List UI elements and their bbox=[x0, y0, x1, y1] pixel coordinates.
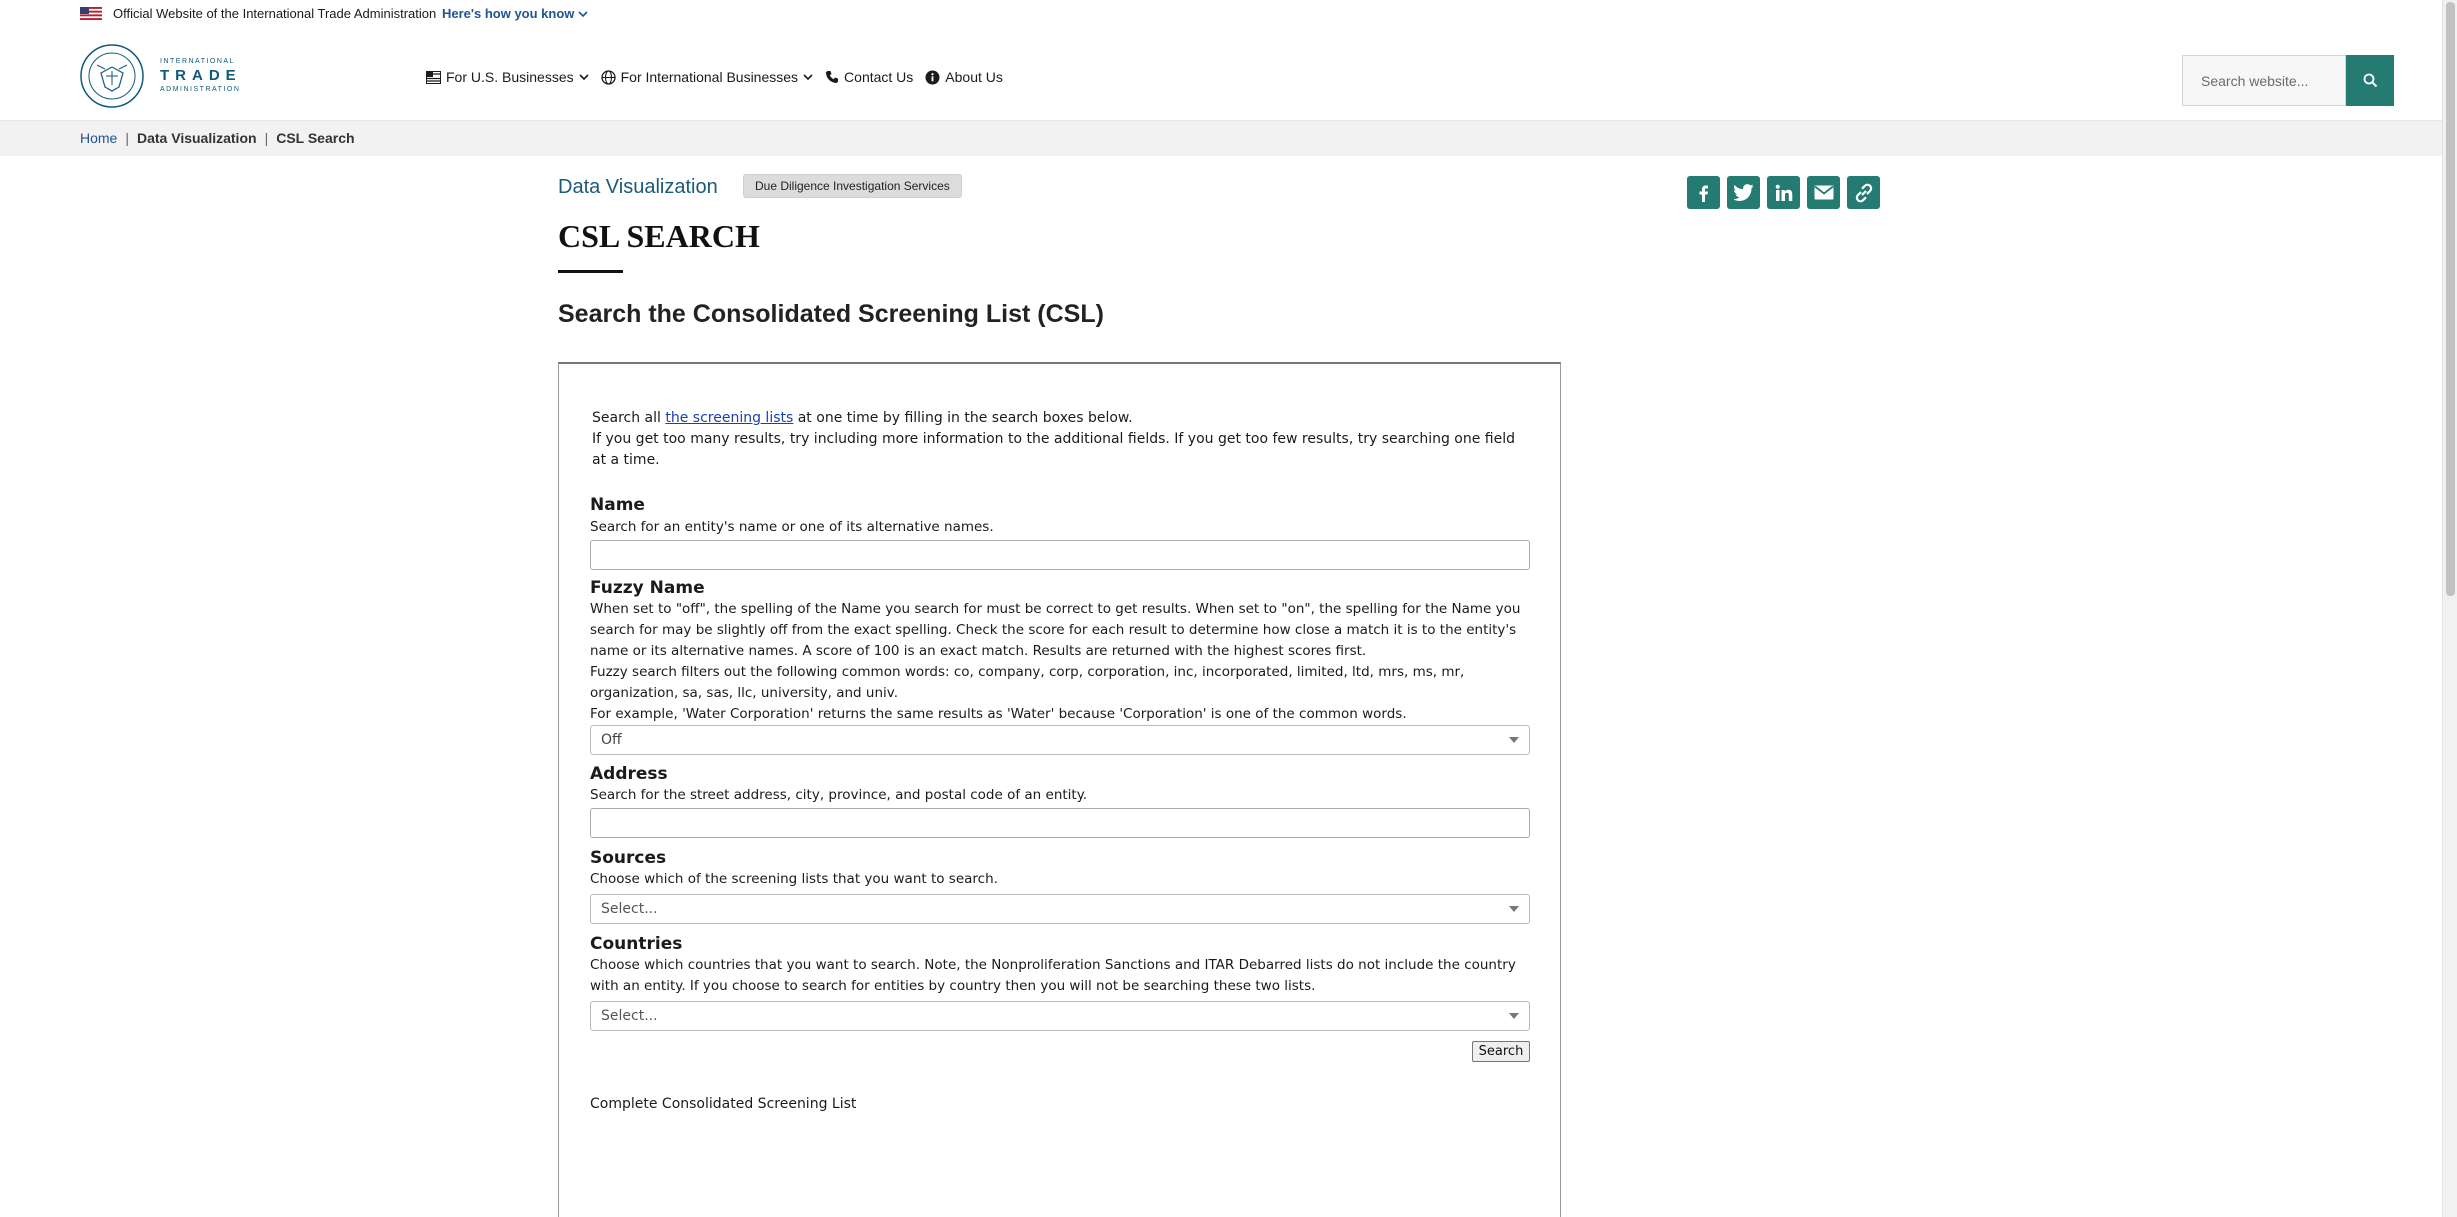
breadcrumb-home[interactable]: Home bbox=[80, 130, 117, 146]
nav-contact-us[interactable]: Contact Us bbox=[825, 69, 913, 85]
globe-icon bbox=[600, 69, 616, 85]
breadcrumb-data-visualization[interactable]: Data Visualization bbox=[137, 130, 257, 146]
intro-prefix: Search all bbox=[592, 410, 666, 426]
fuzzy-help-paragraph-2: Fuzzy search filters out the following c… bbox=[590, 664, 1465, 701]
address-label: Address bbox=[590, 764, 668, 784]
breadcrumb-bar: Home | Data Visualization | CSL Search bbox=[0, 120, 2442, 156]
page-subtitle: Search the Consolidated Screening List (… bbox=[558, 300, 1104, 328]
twitter-icon bbox=[1733, 184, 1753, 201]
how-you-know-label: Here's how you know bbox=[442, 6, 575, 21]
info-icon bbox=[925, 70, 940, 84]
name-help: Search for an entity's name or one of it… bbox=[590, 519, 994, 535]
fuzzy-name-help: When set to "off", the spelling of the N… bbox=[590, 599, 1535, 725]
share-link-button[interactable] bbox=[1847, 176, 1880, 209]
nav-label: Contact Us bbox=[844, 69, 914, 85]
nav-for-us-businesses[interactable]: For U.S. Businesses bbox=[426, 69, 589, 85]
caret-down-icon bbox=[1509, 1013, 1519, 1019]
share-twitter-button[interactable] bbox=[1727, 176, 1760, 209]
logo-line-international: INTERNATIONAL bbox=[160, 58, 235, 65]
nav-label: About Us bbox=[945, 69, 1003, 85]
tag-badge[interactable]: Due Diligence Investigation Services bbox=[743, 174, 962, 198]
official-banner: Official Website of the International Tr… bbox=[0, 0, 2442, 28]
countries-select[interactable]: Select... bbox=[590, 1001, 1530, 1031]
breadcrumb-separator: | bbox=[264, 130, 269, 146]
csl-search-button[interactable]: Search bbox=[1472, 1041, 1530, 1062]
page-title: CSL SEARCH bbox=[558, 218, 760, 254]
ita-logo-text[interactable]: INTERNATIONAL TRADE ADMINISTRATION bbox=[160, 58, 242, 93]
countries-label: Countries bbox=[590, 934, 683, 954]
nav-label: For International Businesses bbox=[620, 69, 799, 85]
link-icon bbox=[1855, 183, 1872, 202]
sources-select[interactable]: Select... bbox=[590, 894, 1530, 924]
fuzzy-name-select[interactable]: Off bbox=[590, 725, 1530, 755]
site-search-input[interactable] bbox=[2182, 55, 2346, 106]
commerce-seal-logo[interactable] bbox=[79, 43, 145, 109]
intro-line-2: If you get too many results, try includi… bbox=[592, 431, 1516, 468]
breadcrumb-csl-search: CSL Search bbox=[276, 130, 355, 146]
site-search-button[interactable] bbox=[2346, 55, 2394, 106]
phone-icon bbox=[826, 71, 839, 83]
share-buttons bbox=[1687, 176, 1880, 209]
intro-suffix: at one time by filling in the search box… bbox=[793, 410, 1133, 426]
facebook-icon bbox=[1699, 185, 1708, 202]
sources-placeholder: Select... bbox=[601, 901, 658, 917]
address-input[interactable] bbox=[590, 808, 1530, 838]
name-input[interactable] bbox=[590, 540, 1530, 570]
screening-lists-link[interactable]: the screening lists bbox=[665, 410, 793, 426]
nav-label: For U.S. Businesses bbox=[446, 69, 574, 85]
fuzzy-help-paragraph-1: When set to "off", the spelling of the N… bbox=[590, 601, 1521, 659]
main-nav: For U.S. Businesses For International Bu… bbox=[426, 69, 1003, 85]
address-help: Search for the street address, city, pro… bbox=[590, 787, 1088, 803]
nav-for-international-businesses[interactable]: For International Businesses bbox=[600, 69, 813, 85]
breadcrumb-separator: | bbox=[125, 130, 129, 146]
chevron-down-icon bbox=[578, 11, 588, 18]
site-header: INTERNATIONAL TRADE ADMINISTRATION For U… bbox=[0, 28, 2442, 120]
fuzzy-help-paragraph-3: For example, 'Water Corporation' returns… bbox=[590, 706, 1407, 722]
chevron-down-icon bbox=[579, 73, 589, 80]
section-link-data-visualization[interactable]: Data Visualization bbox=[558, 176, 718, 199]
sources-label: Sources bbox=[590, 848, 667, 868]
share-facebook-button[interactable] bbox=[1687, 176, 1720, 209]
share-linkedin-button[interactable] bbox=[1767, 176, 1800, 209]
how-you-know-link[interactable]: Here's how you know bbox=[442, 6, 588, 21]
caret-down-icon bbox=[1509, 906, 1519, 912]
linkedin-icon bbox=[1775, 184, 1792, 201]
scrollbar-thumb[interactable] bbox=[2446, 2, 2455, 596]
page-scrollbar[interactable] bbox=[2442, 0, 2457, 1217]
intro-line-1: Search all the screening lists at one ti… bbox=[592, 408, 1532, 429]
csl-search-form: Search all the screening lists at one ti… bbox=[558, 362, 1561, 1217]
complete-list-link[interactable]: Complete Consolidated Screening List bbox=[590, 1096, 856, 1112]
title-underline bbox=[558, 270, 623, 273]
flag-icon bbox=[426, 70, 441, 84]
share-email-button[interactable] bbox=[1807, 176, 1840, 209]
fuzzy-name-label: Fuzzy Name bbox=[590, 578, 705, 598]
fuzzy-selected-value: Off bbox=[601, 732, 622, 748]
countries-help: Choose which countries that you want to … bbox=[590, 957, 1516, 994]
official-website-text: Official Website of the International Tr… bbox=[113, 6, 437, 21]
logo-line-administration: ADMINISTRATION bbox=[160, 86, 241, 93]
caret-down-icon bbox=[1509, 737, 1519, 743]
nav-about-us[interactable]: About Us bbox=[925, 69, 1003, 85]
email-icon bbox=[1813, 185, 1834, 200]
name-label: Name bbox=[590, 495, 645, 515]
us-flag-icon bbox=[80, 7, 102, 20]
sources-help: Choose which of the screening lists that… bbox=[590, 871, 998, 887]
logo-line-trade: TRADE bbox=[160, 67, 242, 84]
search-icon bbox=[2363, 73, 2377, 88]
countries-placeholder: Select... bbox=[601, 1008, 658, 1024]
breadcrumb: Home | Data Visualization | CSL Search bbox=[80, 130, 355, 146]
form-intro: Search all the screening lists at one ti… bbox=[592, 408, 1532, 471]
chevron-down-icon bbox=[803, 73, 813, 80]
